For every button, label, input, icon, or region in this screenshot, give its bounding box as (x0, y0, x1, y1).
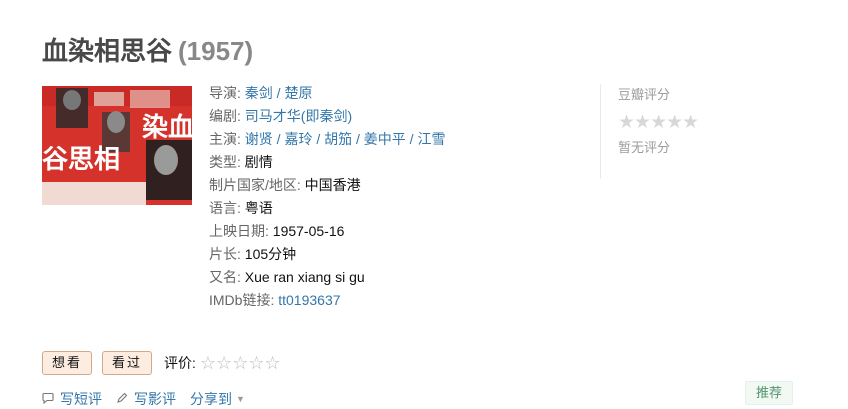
director-link[interactable]: 秦剑 (245, 85, 273, 101)
writer-row: 编剧: 司马才华(即秦剑) (209, 105, 589, 128)
cast-link[interactable]: 谢贤 (245, 131, 273, 147)
movie-year: (1957) (178, 36, 254, 66)
cast-link[interactable]: 姜中平 (364, 131, 406, 147)
evaluate-label: 评价: (164, 355, 196, 371)
release-value: 1957-05-16 (272, 223, 345, 239)
genre-value: 剧情 (244, 154, 273, 170)
release-row: 上映日期: 1957-05-16 (209, 220, 589, 243)
bottom-actions: 写短评 写影评 分享到 ▼ (42, 389, 245, 409)
cast-label: 主演: (209, 131, 241, 147)
no-rating-text: 暂无评分 (618, 140, 671, 155)
pencil-icon (116, 392, 128, 407)
rating-label: 豆瓣评分 (618, 87, 671, 102)
country-value: 中国香港 (304, 177, 361, 193)
write-short-review-label: 写短评 (60, 391, 102, 407)
imdb-link[interactable]: tt0193637 (278, 292, 340, 308)
rating-stars: ★★★★★ (618, 112, 699, 133)
country-row: 制片国家/地区: 中国香港 (209, 174, 589, 197)
share-dropdown[interactable]: 分享到 ▼ (190, 389, 245, 409)
director-row: 导演: 秦剑 / 楚原 (209, 85, 313, 101)
want-to-watch-button[interactable]: 想看 (42, 351, 93, 375)
speech-bubble-icon (42, 392, 54, 407)
release-label: 上映日期: (209, 223, 269, 239)
movie-info: 导演: 秦剑 / 楚原 编剧: 司马才华(即秦剑) 主演: 谢贤 / 嘉玲 / … (209, 82, 589, 312)
cast-link[interactable]: 胡笳 (324, 131, 352, 147)
interest-actions: 想看 看过 评价: ☆☆☆☆☆ (42, 351, 281, 375)
write-short-review-link[interactable]: 写短评 (42, 389, 102, 409)
runtime-value: 105分钟 (244, 246, 297, 262)
watched-button[interactable]: 看过 (102, 351, 153, 375)
language-value: 粤语 (244, 200, 273, 216)
write-review-label: 写影评 (134, 391, 176, 407)
runtime-label: 片长: (209, 246, 241, 262)
douban-rating-panel: 豆瓣评分 ★★★★★ 暂无评分 (600, 84, 720, 179)
page-title: 血染相思谷 (1957) (42, 31, 253, 68)
aka-label: 又名: (209, 269, 241, 285)
country-label: 制片国家/地区: (209, 177, 301, 193)
language-label: 语言: (209, 200, 241, 216)
recommend-button[interactable]: 推荐 (745, 381, 794, 405)
poster-title-bottom: 谷思相 (42, 145, 120, 175)
cast-link[interactable]: 嘉玲 (284, 131, 312, 147)
runtime-row: 片长: 105分钟 (209, 243, 589, 266)
aka-value: Xue ran xiang si gu (244, 269, 365, 285)
aka-row: 又名: Xue ran xiang si gu (209, 266, 589, 289)
cast-row: 主演: 谢贤 / 嘉玲 / 胡笳 / 姜中平 / 江雪 (209, 131, 446, 147)
imdb-row: IMDb链接: tt0193637 (209, 289, 589, 312)
movie-title: 血染相思谷 (42, 36, 173, 66)
writer-link[interactable]: 司马才华(即秦剑) (245, 108, 352, 124)
poster-title-top: 染血 (142, 113, 192, 143)
director-link[interactable]: 楚原 (284, 85, 312, 101)
director-label: 导演: (209, 85, 241, 101)
genre-row: 类型: 剧情 (209, 151, 589, 174)
share-label: 分享到 (190, 391, 232, 407)
cast-link[interactable]: 江雪 (417, 131, 445, 147)
movie-poster[interactable]: 染血 谷思相 (42, 86, 192, 205)
caret-down-icon: ▼ (236, 394, 245, 404)
write-review-link[interactable]: 写影评 (116, 389, 176, 409)
language-row: 语言: 粤语 (209, 197, 589, 220)
imdb-label: IMDb链接: (209, 292, 275, 308)
poster-image: 染血 谷思相 (42, 86, 192, 205)
evaluate-stars[interactable]: ☆☆☆☆☆ (200, 353, 281, 374)
genre-label: 类型: (209, 154, 241, 170)
writer-label: 编剧: (209, 108, 241, 124)
